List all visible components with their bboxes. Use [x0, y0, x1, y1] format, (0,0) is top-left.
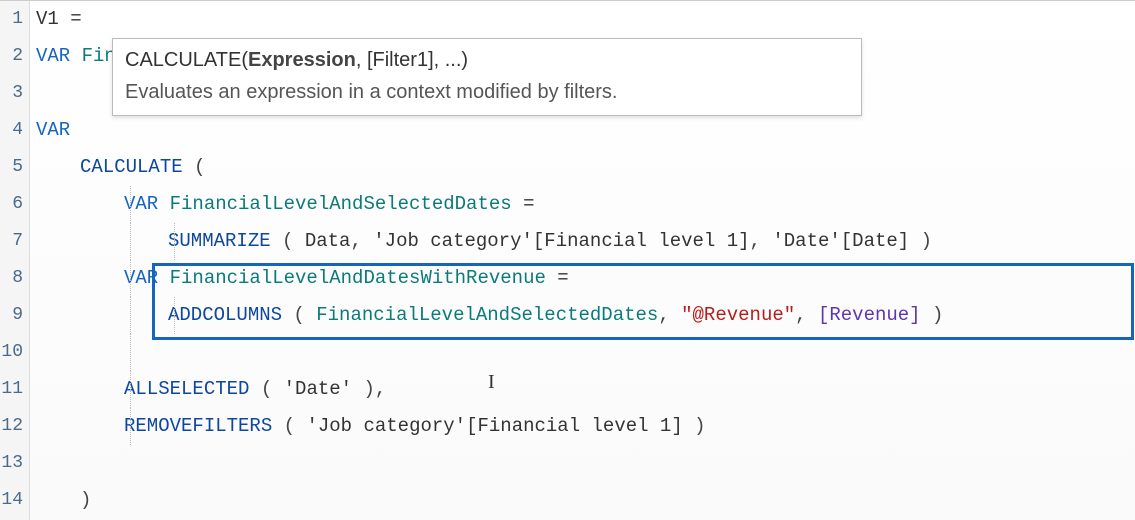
- token-paren: ): [921, 304, 944, 326]
- token-operator: =: [546, 267, 569, 289]
- tooltip-rest: , [Filter1], ...): [356, 49, 468, 71]
- intellisense-tooltip: CALCULATE(Expression, [Filter1], ...) Ev…: [112, 38, 862, 116]
- token-identifier: V1 =: [36, 8, 82, 30]
- token-operator: =: [512, 193, 535, 215]
- token-table: 'Job category': [306, 415, 466, 437]
- text-cursor-icon: I: [488, 371, 495, 394]
- token-paren: (: [271, 230, 305, 252]
- token-measure: [Revenue]: [818, 304, 921, 326]
- token-paren: (: [272, 415, 306, 437]
- token-paren: ): [80, 489, 91, 511]
- code-line[interactable]: VAR: [36, 112, 1135, 149]
- tooltip-signature: CALCULATE(Expression, [Filter1], ...): [125, 45, 849, 75]
- code-line[interactable]: ): [36, 482, 1135, 519]
- token-paren: ),: [352, 378, 409, 400]
- code-line[interactable]: ADDCOLUMNS ( FinancialLevelAndSelectedDa…: [36, 297, 1135, 334]
- tooltip-fn-name: CALCULATE(: [125, 49, 248, 71]
- line-number: 4: [0, 112, 23, 149]
- token-column: [Financial level 1]: [466, 415, 683, 437]
- code-line[interactable]: CALCULATE (: [36, 149, 1135, 186]
- code-line[interactable]: ALLSELECTED ( 'Date' ),: [36, 371, 1135, 408]
- line-number: 5: [0, 149, 23, 186]
- token-function: ADDCOLUMNS: [168, 304, 282, 326]
- token-string: "@Revenue": [681, 304, 795, 326]
- code-editor[interactable]: 1 2 3 4 5 6 7 8 9 10 11 12 13 14 V1 = VA…: [0, 0, 1135, 520]
- line-number: 1: [0, 1, 23, 38]
- token-identifier: FinancialLevelAndSelectedDates: [316, 304, 658, 326]
- line-number: 7: [0, 223, 23, 260]
- token-comma: ,: [350, 230, 373, 252]
- token-identifier: FinancialLevelAndSelectedDates: [170, 193, 512, 215]
- code-line[interactable]: SUMMARIZE ( Data, 'Job category'[Financi…: [36, 223, 1135, 260]
- code-line[interactable]: VAR FinancialLevelAndSelectedDates =: [36, 186, 1135, 223]
- token-paren: ): [683, 415, 706, 437]
- token-paren: (: [249, 378, 283, 400]
- token-keyword: VAR: [36, 119, 82, 141]
- line-number: 14: [0, 482, 23, 519]
- tooltip-current-param: Expression: [248, 49, 356, 71]
- token-keyword: VAR: [36, 45, 82, 67]
- line-number: 13: [0, 445, 23, 482]
- token-comma: ,: [658, 304, 681, 326]
- line-number: 6: [0, 186, 23, 223]
- token-identifier: FinancialLevelAndDatesWithRevenue: [170, 267, 546, 289]
- token-comma: ,: [795, 304, 818, 326]
- code-line[interactable]: REMOVEFILTERS ( 'Job category'[Financial…: [36, 408, 1135, 445]
- token-table: Data: [305, 230, 351, 252]
- token-function: SUMMARIZE: [168, 230, 271, 252]
- code-line[interactable]: [36, 445, 1135, 482]
- token-paren: (: [183, 156, 206, 178]
- line-number: 11: [0, 371, 23, 408]
- line-number: 8: [0, 260, 23, 297]
- token-table: 'Date': [284, 378, 352, 400]
- token-function: ALLSELECTED: [124, 378, 249, 400]
- line-number: 12: [0, 408, 23, 445]
- token-function: CALCULATE: [80, 156, 183, 178]
- token-table: 'Job category': [373, 230, 533, 252]
- tooltip-description: Evaluates an expression in a context mod…: [125, 77, 849, 107]
- token-column: [Financial level 1]: [533, 230, 750, 252]
- line-number-gutter: 1 2 3 4 5 6 7 8 9 10 11 12 13 14: [0, 1, 30, 520]
- code-line[interactable]: VAR FinancialLevelAndDatesWithRevenue =: [36, 260, 1135, 297]
- code-area[interactable]: V1 = VAR FinancialLevelInFilterContext =…: [30, 1, 1135, 520]
- line-number: 3: [0, 75, 23, 112]
- token-function: REMOVEFILTERS: [124, 415, 272, 437]
- line-number: 2: [0, 38, 23, 75]
- token-paren: ): [909, 230, 932, 252]
- token-paren: (: [282, 304, 316, 326]
- code-line[interactable]: [36, 334, 1135, 371]
- token-table: 'Date': [772, 230, 840, 252]
- token-comma: ,: [750, 230, 773, 252]
- code-line[interactable]: V1 =: [36, 1, 1135, 38]
- token-column: [Date]: [841, 230, 909, 252]
- line-number: 9: [0, 297, 23, 334]
- line-number: 10: [0, 334, 23, 371]
